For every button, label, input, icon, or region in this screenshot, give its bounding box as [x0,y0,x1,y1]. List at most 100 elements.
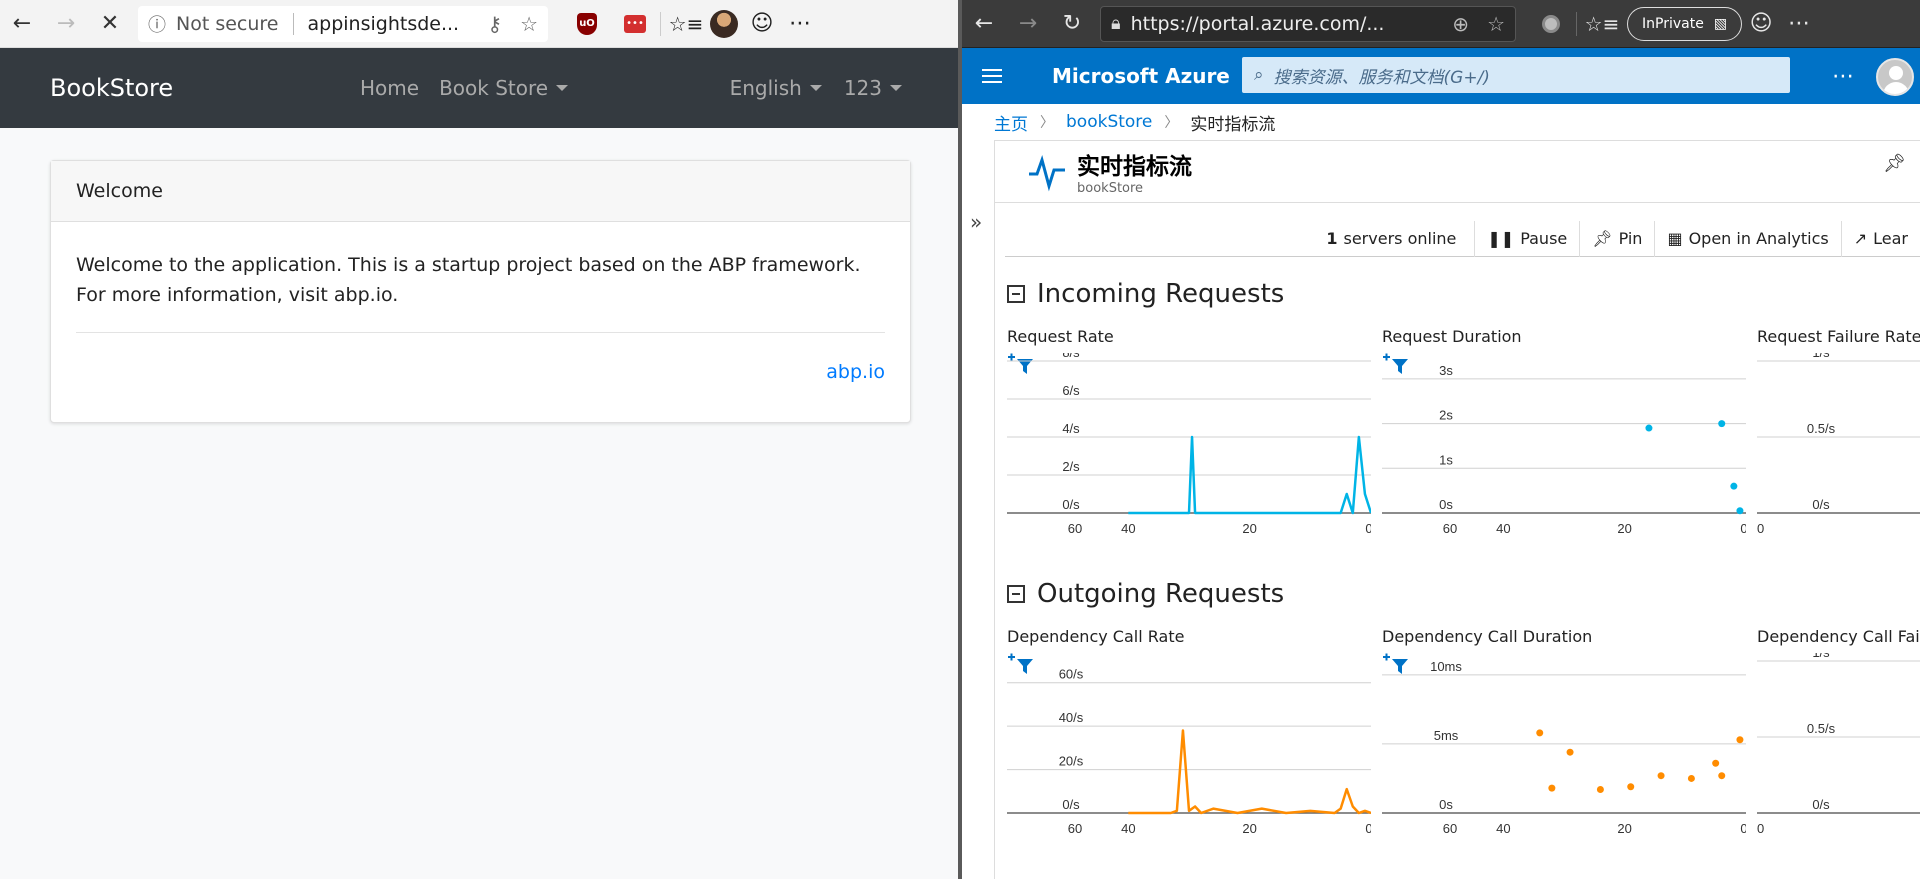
more-options-button[interactable]: ⋯ [1832,64,1854,89]
y-tick-label: 10ms [1430,659,1462,674]
lastpass-extension-button[interactable]: ••• [616,4,654,44]
open-external-icon: ↗ [1853,229,1868,248]
favorite-star-icon[interactable]: ☆ [1487,12,1505,36]
collapse-section-icon[interactable] [1007,585,1025,603]
y-tick-label: 5ms [1434,728,1459,743]
refresh-button[interactable]: ↻ [1050,4,1094,44]
chart-title: Dependency Call Failu [1757,627,1920,646]
y-tick-label: 0/s [1062,797,1080,812]
x-tick-label: 60 [1757,821,1764,836]
data-point [1536,729,1544,737]
left-browser-toolbar: ← → ✕ ⓘ Not secure appinsightsde... ⚷ ☆ … [0,0,958,48]
learn-more-button[interactable]: ↗ Lear [1840,220,1920,257]
profile-avatar [710,9,738,38]
chart-title: Request Rate [1007,327,1114,346]
pin-blade-icon[interactable]: 📌︎ [1883,153,1906,174]
feedback-button[interactable]: ☺ [1742,4,1780,44]
servers-online-status: 1 servers online [1314,221,1474,257]
back-button[interactable]: ← [0,4,44,44]
nav-home[interactable]: Home [360,76,419,100]
zoom-icon[interactable]: ⊕ [1452,12,1469,36]
settings-more-button[interactable]: ⋯ [781,4,819,44]
pin-button[interactable]: 📌︎ Pin [1579,220,1654,257]
favorite-star-icon[interactable]: ☆ [520,12,538,36]
x-tick-label: 20 [1242,521,1256,536]
address-bar[interactable]: ⓘ Not secure appinsightsde... ⚷ ☆ [138,5,548,42]
card-body: Welcome to the application. This is a st… [51,222,910,387]
y-tick-label: 1/s [1812,353,1830,360]
y-tick-label: 60/s [1059,667,1084,682]
favorites-list-icon: ☆≡ [668,11,704,36]
ublock-icon: uO [577,12,597,35]
analytics-icon: ▦ [1667,229,1683,248]
nav-book-store-dropdown[interactable]: Book Store [439,76,568,100]
inprivate-badge[interactable]: InPrivate ▧ [1627,6,1743,41]
feedback-button[interactable]: ☺ [743,4,781,44]
profile-button[interactable] [705,4,743,44]
address-url: appinsightsde... [307,12,460,35]
breadcrumb-bookstore[interactable]: bookStore [1066,112,1152,132]
lock-icon: 🔒︎ [1111,13,1121,34]
y-tick-label: 2s [1439,408,1453,423]
abp-link[interactable]: abp.io [76,357,885,387]
toolbar-separator [1576,11,1577,36]
open-in-analytics-button[interactable]: ▦ Open in Analytics [1654,220,1840,257]
account-avatar[interactable] [1876,58,1914,96]
y-tick-label: 8/s [1062,353,1080,360]
pause-label: Pause [1520,229,1568,248]
pin-label: Pin [1618,229,1643,248]
azure-brand[interactable]: Microsoft Azure [1052,64,1252,88]
y-tick-label: 0/s [1062,497,1080,512]
arrow-right-icon: → [1018,11,1038,36]
left-browser-window: ← → ✕ ⓘ Not secure appinsightsde... ⚷ ☆ … [0,0,958,879]
portal-menu-button[interactable] [962,48,1022,104]
incoming-requests-section: Incoming Requests [1007,279,1284,309]
breadcrumb-current: 实时指标流 [1190,114,1276,135]
favorites-button[interactable]: ☆≡ [667,4,705,44]
blade-header: 实时指标流 bookStore 📌︎ [995,141,1920,203]
data-point [1736,507,1744,515]
x-tick-label: 20 [1617,821,1631,836]
chart-title: Request Failure Rate [1757,327,1920,346]
x-tick-label: 60 [1757,521,1764,536]
user-dropdown[interactable]: 123 [844,76,902,100]
arrow-left-icon: ← [12,11,32,36]
x-tick-label: 40 [1496,521,1510,536]
breadcrumb-home[interactable]: 主页 [994,110,1028,135]
collapse-section-icon[interactable] [1007,285,1025,303]
y-tick-label: 2/s [1062,459,1080,474]
forward-button[interactable]: → [44,4,88,44]
settings-more-button[interactable]: ⋯ [1780,4,1818,44]
stop-loading-button[interactable]: ✕ [88,4,132,44]
y-tick-label: 0/s [1812,797,1830,812]
extension-button[interactable] [1532,4,1570,44]
pause-button[interactable]: ❚❚ Pause [1474,220,1579,257]
search-placeholder: 搜索资源、服务和文档(G+/) [1273,67,1490,88]
back-button[interactable]: ← [962,4,1006,44]
x-tick-label: 0 [1365,521,1371,536]
section-title: Incoming Requests [1037,279,1285,309]
address-bar[interactable]: 🔒︎ https://portal.azure.com/... ⊕ ☆ [1100,5,1516,42]
extension-circle-icon [1542,14,1560,33]
favorites-button[interactable]: ☆≡ [1583,4,1621,44]
arrow-right-icon: → [56,11,76,36]
ublock-extension-button[interactable]: uO [568,4,606,44]
bookstore-brand[interactable]: BookStore [50,74,173,102]
global-search-input[interactable]: ⌕ 搜索资源、服务和文档(G+/) [1242,57,1790,93]
expand-menu-icon[interactable]: » [970,210,982,234]
inprivate-label: InPrivate [1642,15,1704,32]
live-metrics-blade: 实时指标流 bookStore 📌︎ 1 servers online ❚❚ P… [994,140,1920,879]
y-tick-label: 4/s [1062,421,1080,436]
more-horizontal-icon: ⋯ [1788,11,1811,36]
y-tick-label: 0s [1439,797,1453,812]
data-point [1712,759,1720,767]
forward-button[interactable]: → [1006,4,1050,44]
main-nav: Home Book Store [360,76,568,100]
azure-header: Microsoft Azure ⌕ 搜索资源、服务和文档(G+/) ⋯ [962,48,1920,104]
y-tick-label: 3s [1439,363,1453,378]
data-point [1736,736,1744,744]
language-dropdown[interactable]: English [730,76,822,100]
data-point [1718,772,1726,780]
key-icon[interactable]: ⚷ [487,12,502,36]
y-tick-label: 1s [1439,452,1453,467]
